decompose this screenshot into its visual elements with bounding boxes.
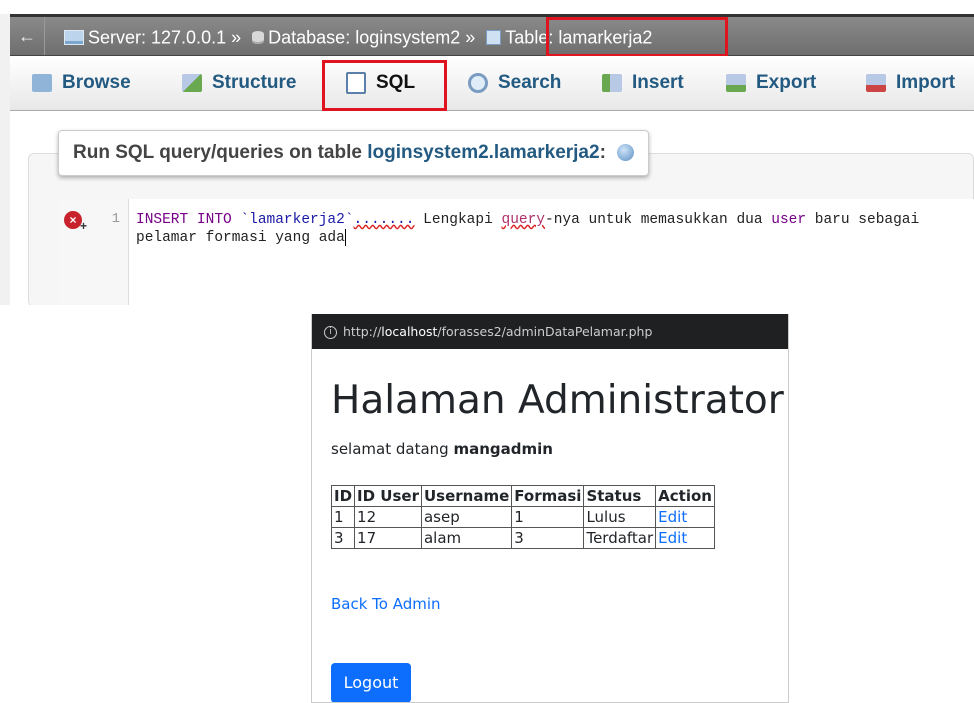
server-icon xyxy=(64,29,84,45)
table-cell: Terdaftar xyxy=(583,527,657,549)
highlight-box-table xyxy=(546,17,728,57)
tab-export[interactable]: Export xyxy=(726,56,816,110)
table-row: 1 12 asep 1 Lulus Edit xyxy=(330,506,715,528)
table-cell: 17 xyxy=(354,527,422,549)
browser-window: i http://localhost/forasses2/adminDataPel… xyxy=(311,314,789,703)
tab-import[interactable]: Import xyxy=(866,56,955,110)
column-header: Status xyxy=(583,485,657,507)
tab-structure[interactable]: Structure xyxy=(182,56,296,110)
table-header-row: ID ID User Username Formasi Status Actio… xyxy=(330,485,715,507)
table-cell: 12 xyxy=(354,506,422,528)
help-icon[interactable] xyxy=(617,144,635,162)
table-link[interactable]: loginsystem2.lamarkerja2 xyxy=(367,142,599,163)
edit-link[interactable]: Edit xyxy=(658,529,687,547)
table-icon xyxy=(486,29,502,45)
search-icon xyxy=(468,72,488,93)
breadcrumb-database[interactable]: Database: loginsystem2 xyxy=(268,27,460,47)
sql-editor[interactable]: × 1 INSERT INTO `lamarkerja2`....... Len… xyxy=(58,199,974,305)
insert-icon xyxy=(602,73,622,92)
table-cell: 3 xyxy=(330,527,356,549)
text-cursor xyxy=(344,229,346,246)
tab-browse[interactable]: Browse xyxy=(32,56,131,110)
table-cell: Lulus xyxy=(583,506,657,528)
table-row: 3 17 alam 3 Terdaftar Edit xyxy=(330,527,715,549)
browse-icon xyxy=(32,73,52,92)
tab-search[interactable]: Search xyxy=(468,56,561,110)
phpmyadmin-panel: ← Server: 127.0.0.1 » Database: loginsys… xyxy=(0,0,974,305)
table-cell: alam xyxy=(420,527,513,549)
editor-gutter: × 1 xyxy=(58,199,129,305)
sql-content: Run SQL query/queries on table loginsyst… xyxy=(10,111,974,305)
back-arrow-button[interactable]: ← xyxy=(10,17,45,55)
breadcrumb-separator: » xyxy=(465,27,476,48)
logout-button[interactable]: Logout xyxy=(331,663,411,702)
table-cell: Edit xyxy=(655,527,715,549)
sql-code[interactable]: INSERT INTO `lamarkerja2`....... Lengkap… xyxy=(136,211,972,247)
error-icon[interactable]: × xyxy=(64,211,87,235)
breadcrumb-server[interactable]: Server: 127.0.0.1 xyxy=(88,27,226,47)
breadcrumb: ← Server: 127.0.0.1 » Database: loginsys… xyxy=(10,17,974,56)
address-bar[interactable]: i http://localhost/forasses2/adminDataPel… xyxy=(312,314,788,349)
export-icon xyxy=(726,73,746,92)
tab-insert[interactable]: Insert xyxy=(602,56,684,110)
column-header: Username xyxy=(420,485,513,507)
username: mangadmin xyxy=(453,440,553,458)
welcome-text: selamat datang mangadmin xyxy=(331,440,553,458)
page-title: Halaman Administrator xyxy=(331,378,784,423)
table-cell: 1 xyxy=(330,506,356,528)
column-header: Formasi xyxy=(511,485,585,507)
info-icon[interactable]: i xyxy=(324,326,337,339)
table-cell: 1 xyxy=(511,506,585,528)
table-cell: asep xyxy=(420,506,513,528)
tab-bar: Browse Structure SQL Search Insert Expor… xyxy=(10,56,974,111)
back-to-admin-link[interactable]: Back To Admin xyxy=(331,595,441,613)
breadcrumb-separator: » xyxy=(231,27,242,48)
column-header: Action xyxy=(655,485,715,507)
table-cell: 3 xyxy=(511,527,585,549)
pelamar-table: ID ID User Username Formasi Status Actio… xyxy=(330,485,715,549)
table-cell: Edit xyxy=(655,506,715,528)
column-header: ID xyxy=(330,485,356,507)
database-icon xyxy=(252,30,265,44)
column-header: ID User xyxy=(354,485,422,507)
import-icon xyxy=(866,73,886,92)
sql-legend: Run SQL query/queries on table loginsyst… xyxy=(58,130,650,176)
edit-link[interactable]: Edit xyxy=(658,508,687,526)
highlight-box-sql xyxy=(322,60,447,111)
line-number: 1 xyxy=(111,211,120,227)
structure-icon xyxy=(182,73,202,92)
